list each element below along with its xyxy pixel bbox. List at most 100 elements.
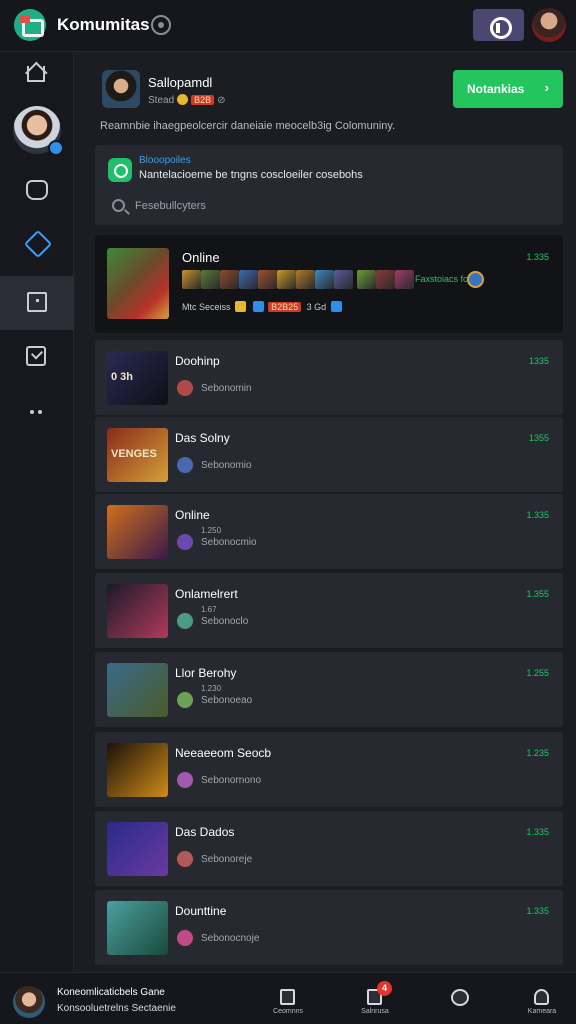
member-mini-avatar (296, 270, 315, 289)
follow-button[interactable]: Notankias › (453, 70, 563, 108)
profile-sub-text: Stead (148, 95, 175, 106)
group-subtitle: Sebonoeao (201, 695, 253, 706)
group-subtitle: Sebonocmio (201, 537, 257, 548)
search-input[interactable] (135, 197, 535, 215)
featured-title: Online (182, 250, 220, 265)
nav-communities-label: Ceomnns (273, 1008, 303, 1015)
group-member-avatar (175, 378, 195, 398)
group-count: 1355 (528, 433, 549, 443)
group-thumbnail: VENGES (107, 428, 168, 482)
footer-line1: Koneomlicaticbels Gane (57, 987, 165, 998)
group-item[interactable]: Online 1.250 Sebonocmio 1.335 (95, 494, 563, 570)
nav-profile[interactable]: Kameara (512, 973, 572, 1024)
sidebar-item-groups[interactable] (0, 166, 74, 220)
group-item[interactable]: Neeaeeom Seocb Sebonornono 1.235 (95, 732, 563, 808)
featured-tags-text-2: 3 Gd (306, 302, 327, 312)
member-mini-avatar (277, 270, 296, 289)
info-icon: ⊘ (217, 95, 226, 106)
footer-avatar[interactable] (13, 986, 45, 1018)
coin-icon (177, 94, 189, 105)
notification-badge: 4 (377, 981, 392, 996)
group-thumbnail-text: VENGES (111, 448, 157, 460)
group-small-text: 1.67 (201, 605, 217, 614)
group-subtitle: Sebonornono (201, 775, 262, 786)
app-logo-icon[interactable] (14, 9, 46, 41)
member-mini-avatar (220, 270, 239, 289)
group-thumbnail (107, 505, 168, 559)
app-title: Komumitas (57, 15, 150, 34)
group-subtitle: Sebonoreje (201, 854, 253, 865)
search-icon (112, 199, 125, 212)
featured-tags: Mtc Seceiss B2B25 3 Gd (182, 301, 344, 312)
featured-thumbnail (107, 248, 169, 319)
group-count: 1.235 (526, 748, 549, 758)
group-subtitle: Sebonocnoje (201, 933, 260, 944)
group-name: Das Dados (175, 825, 235, 839)
featured-tags-text: Mtc Seceiss (182, 302, 231, 312)
notice-title[interactable]: Blooopoiles (139, 155, 191, 166)
group-count: 1.335 (526, 827, 549, 837)
group-thumbnail (107, 822, 168, 876)
sidebar-item-pages[interactable] (0, 276, 74, 330)
group-thumbnail-text: 0 3h (111, 371, 134, 383)
settings-icon[interactable] (151, 15, 171, 35)
inbox-icon (26, 346, 46, 366)
user-avatar[interactable] (532, 8, 566, 42)
nav-communities[interactable]: Ceomnns (258, 973, 318, 1024)
coin-icon (235, 301, 247, 312)
group-item[interactable]: Onlamelrert 1.67 Sebonoclo 1.355 (95, 573, 563, 649)
group-thumbnail (107, 743, 168, 797)
sidebar (0, 52, 74, 972)
notice-text: Nantelacioeme be tngns coscloeiler coseb… (139, 169, 363, 181)
person-icon (534, 989, 549, 1005)
group-name: Onlamelrert (175, 587, 238, 601)
group-thumbnail: 0 3h (107, 351, 168, 405)
voice-button[interactable] (473, 9, 524, 41)
group-name: Das Solny (175, 431, 230, 445)
group-count: 1.255 (526, 668, 549, 678)
more-icon (28, 410, 46, 414)
sidebar-item-home[interactable] (0, 52, 74, 106)
group-member-avatar (175, 849, 195, 869)
verified-badge-icon (48, 140, 64, 156)
member-mini-avatar (376, 270, 395, 289)
group-item[interactable]: Llor Berohy 1.230 Sebonoeao 1.255 (95, 652, 563, 728)
page-icon (280, 989, 295, 1005)
compass-icon (23, 229, 53, 259)
nav-profile-label: Kameara (527, 1008, 557, 1015)
group-item[interactable]: Dounttine Sebonocnoje 1.335 (95, 890, 563, 966)
group-subtitle: Sebonomin (201, 383, 252, 394)
tag-icon (330, 301, 342, 312)
group-member-avatar (175, 770, 195, 790)
top-bar: Komumitas (0, 0, 576, 52)
group-count: 1.335 (526, 510, 549, 520)
featured-group[interactable]: Online 1.335 Faxstoiacs fce Mtc Seceiss … (95, 235, 563, 333)
group-member-avatar (175, 928, 195, 948)
group-thumbnail (107, 663, 168, 717)
profile-avatar[interactable] (102, 70, 140, 108)
sidebar-item-inbox[interactable] (0, 334, 74, 388)
people-icon (26, 180, 48, 200)
featured-rank-badge: B2B25 (268, 302, 302, 312)
rank-badge: B2B (191, 95, 215, 105)
notice-icon (108, 158, 132, 182)
group-name: Dounttine (175, 904, 227, 918)
group-thumbnail (107, 584, 168, 638)
footer-line2: Konsooluetrelns Sectaenie (57, 1003, 176, 1014)
member-mini-avatar (357, 270, 376, 289)
sidebar-item-discover[interactable] (0, 222, 74, 276)
nav-messages[interactable]: 4 Salnrusa (345, 973, 405, 1024)
group-item[interactable]: Das Dados Sebonoreje 1.335 (95, 811, 563, 887)
sidebar-item-more[interactable] (0, 388, 74, 442)
group-name: Online (175, 508, 210, 522)
group-item[interactable]: 0 3h Doohinp Sebonomin 1335 (95, 340, 563, 416)
profile-description: Reamnbie ihaegpeolcercir daneiaie meocel… (100, 120, 396, 132)
square-icon (27, 292, 47, 312)
nav-chat[interactable] (430, 973, 490, 1024)
member-mini-avatar (201, 270, 220, 289)
group-item[interactable]: VENGES Das Solny Sebonomio 1355 (95, 417, 563, 493)
profile-name: Sallopamdl (148, 75, 213, 90)
nav-messages-label: Salnrusa (361, 1008, 389, 1015)
member-mini-avatar (182, 270, 201, 289)
featured-count: 1.335 (526, 252, 549, 262)
